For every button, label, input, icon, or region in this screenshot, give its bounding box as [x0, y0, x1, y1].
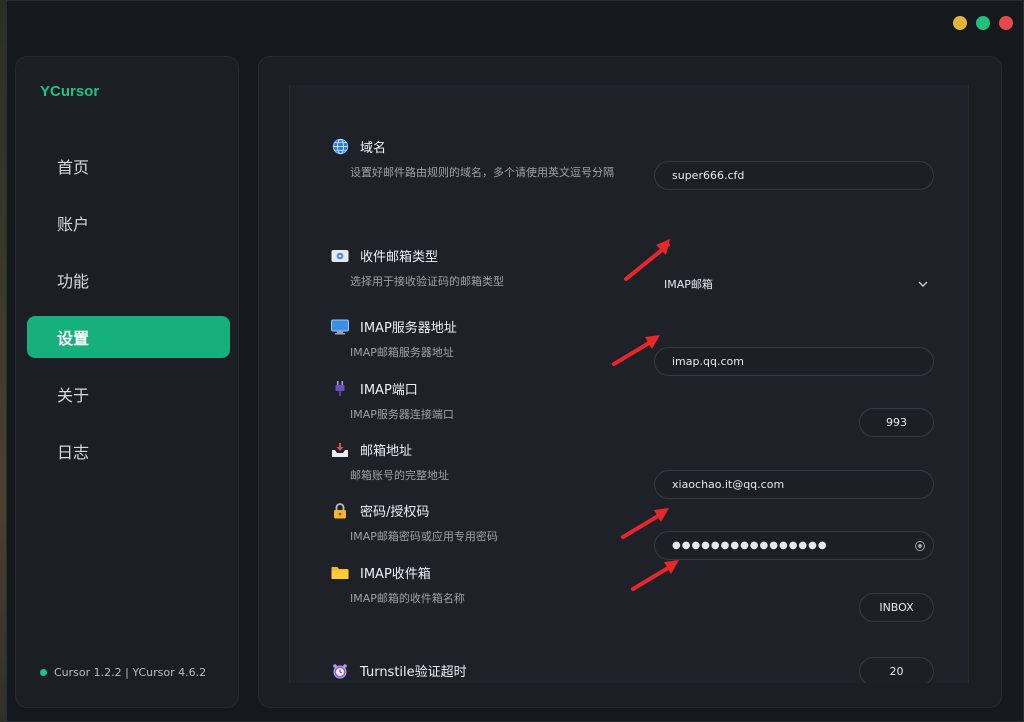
- lock-icon: [330, 502, 350, 520]
- sidebar-item-account[interactable]: 账户: [27, 202, 230, 244]
- inbox-tray-icon: [330, 441, 350, 459]
- annotation-arrow-icon: [612, 335, 660, 366]
- sidebar-item-logs[interactable]: 日志: [27, 430, 230, 472]
- turnstile-timeout-input[interactable]: 20: [859, 657, 934, 683]
- password-input[interactable]: ●●●●●●●●●●●●●●●●: [654, 531, 934, 560]
- setting-title: IMAP端口: [360, 383, 418, 398]
- setting-title: 密码/授权码: [360, 505, 430, 520]
- close-button[interactable]: [999, 16, 1013, 30]
- setting-desc: IMAP服务器连接端口: [350, 408, 454, 421]
- annotation-arrow-icon: [621, 508, 669, 539]
- setting-title: Turnstile验证超时: [360, 665, 467, 680]
- version-text: Cursor 1.2.2 | YCursor 4.6.2: [54, 666, 207, 679]
- settings-content: 域名 设置好邮件路由规则的域名，多个请使用英文逗号分隔 super666.cfd…: [289, 85, 969, 683]
- email-input[interactable]: xiaochao.it@qq.com: [654, 470, 934, 499]
- setting-title: IMAP服务器地址: [360, 321, 457, 336]
- domain-input[interactable]: super666.cfd: [654, 161, 934, 190]
- password-mask: ●●●●●●●●●●●●●●●●: [672, 540, 828, 551]
- setting-title: 收件邮箱类型: [360, 250, 439, 265]
- status-dot-icon: [40, 669, 47, 676]
- annotation-arrow-icon: [624, 239, 670, 281]
- imap-port-input[interactable]: 993: [859, 408, 934, 437]
- setting-title: 域名: [360, 141, 387, 156]
- monitor-icon: [330, 318, 350, 336]
- imap-server-input[interactable]: imap.qq.com: [654, 347, 934, 376]
- imap-folder-input[interactable]: INBOX: [859, 593, 934, 622]
- sidebar-item-about[interactable]: 关于: [27, 373, 230, 415]
- plug-icon: [330, 380, 350, 398]
- brand-title: YCursor: [40, 83, 100, 100]
- setting-imap-port: IMAP端口 IMAP服务器连接端口: [330, 379, 930, 422]
- setting-title: IMAP收件箱: [360, 567, 431, 582]
- mailbox-type-select[interactable]: IMAP邮箱: [654, 269, 934, 298]
- main-panel: 域名 设置好邮件路由规则的域名，多个请使用英文逗号分隔 super666.cfd…: [258, 56, 1002, 708]
- minimize-button[interactable]: [953, 16, 967, 30]
- window-controls: [953, 16, 1013, 30]
- version-info: Cursor 1.2.2 | YCursor 4.6.2: [40, 666, 206, 679]
- sidebar: YCursor 首页 账户 功能 设置 关于 日志 Cursor 1.2.2 |…: [15, 56, 239, 708]
- globe-icon: [330, 138, 350, 156]
- setting-title: 邮箱地址: [360, 444, 413, 459]
- sidebar-item-features[interactable]: 功能: [27, 259, 230, 301]
- setting-turnstile-timeout: Turnstile验证超时: [330, 661, 930, 680]
- show-password-icon[interactable]: [915, 541, 925, 551]
- chevron-down-icon: [918, 277, 928, 290]
- mailbox-icon: [330, 247, 350, 265]
- maximize-button[interactable]: [976, 16, 990, 30]
- sidebar-nav: 首页 账户 功能 设置 关于 日志: [27, 145, 230, 487]
- folder-icon: [330, 564, 350, 582]
- sidebar-item-home[interactable]: 首页: [27, 145, 230, 187]
- alarm-clock-icon: [330, 662, 350, 680]
- sidebar-item-settings[interactable]: 设置: [27, 316, 230, 358]
- annotation-arrow-icon: [631, 560, 679, 591]
